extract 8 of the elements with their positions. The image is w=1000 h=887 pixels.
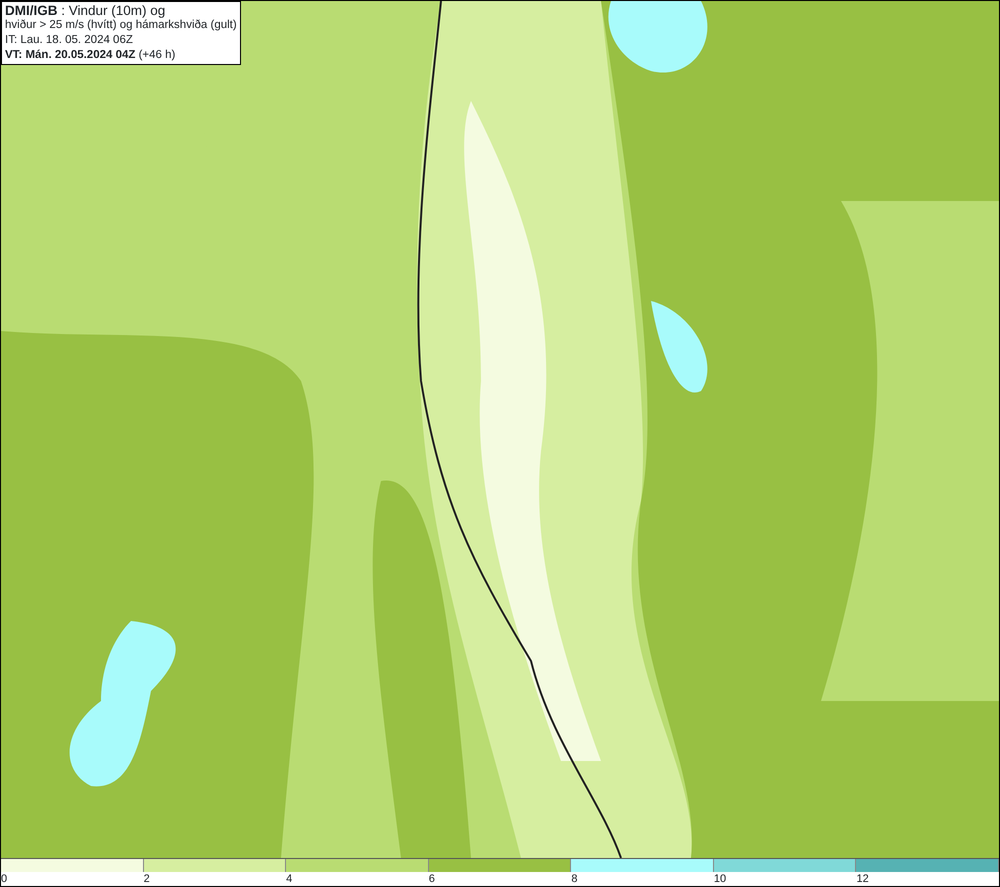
legend-label: 6 [428,873,435,885]
legend-label: 2 [144,873,150,885]
legend-label: 8 [571,873,578,885]
legend-label: 10 [714,873,726,885]
legend-label: 0 [1,873,8,885]
caption-box: DMI/IGB : Vindur (10m) og hviður > 25 m/s (hvítt) og hámarkshviða (gult) IT: Lau. 18. 05. 2024 06Z VT: Mán. 20.05.2024 04Z (+46 h) [1,1,241,65]
legend-label: 4 [286,873,292,885]
legend-label: 12 [856,873,869,885]
